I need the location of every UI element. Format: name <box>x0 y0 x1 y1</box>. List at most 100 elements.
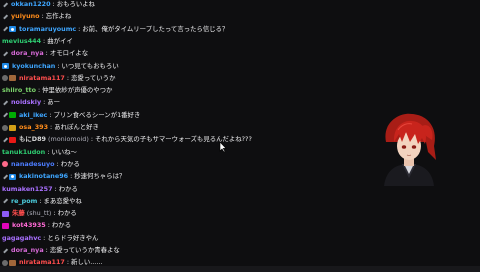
chat-username[interactable]: kakinotane96 <box>19 171 68 182</box>
badge-group <box>2 26 17 33</box>
wrench-icon[interactable] <box>2 26 8 32</box>
chat-separator: : <box>50 123 53 131</box>
chat-message: tanuk1udon: いいね～ <box>2 147 77 158</box>
chat-separator: : <box>43 98 46 107</box>
chat-username[interactable]: 朱藤 <box>12 208 25 219</box>
chat-username[interactable]: osa_393 <box>19 122 48 133</box>
badge-group <box>2 124 17 131</box>
chat-username[interactable]: gagagahvc <box>2 233 41 244</box>
chat-username[interactable]: noidskiy <box>11 97 41 108</box>
chat-username[interactable]: dora_nya <box>11 245 44 256</box>
badge-group <box>2 136 17 143</box>
vip-icon[interactable] <box>2 222 9 229</box>
chat-text: わかる <box>60 159 80 168</box>
subscriber-icon[interactable] <box>9 26 16 33</box>
mask-icon[interactable] <box>2 124 8 131</box>
chat-username[interactable]: aki_ikec <box>19 110 47 121</box>
chat-message: noidskiy: あー <box>2 97 60 108</box>
chat-username[interactable]: nanadesuyo <box>11 159 55 170</box>
chat-message: kot43935: わかる <box>2 220 71 231</box>
wrench-icon[interactable] <box>2 51 8 57</box>
chat-text: お前、俺がタイムリープしたって言ったら信じる？ <box>82 24 229 33</box>
bits-icon[interactable] <box>9 259 16 266</box>
chat-username[interactable]: okkan1220 <box>11 0 51 10</box>
chat-separator: : <box>39 196 42 205</box>
mask-icon[interactable] <box>2 75 8 82</box>
chat-message: re_pom: まあ恋愛やね <box>2 196 82 207</box>
chat-text: まあ恋愛やね <box>43 196 82 205</box>
chat-message: mevius444: 曲がイイ <box>2 36 73 47</box>
subscriber-icon[interactable] <box>2 63 9 69</box>
chat-message: 朱藤 (shu_tt): わかる <box>2 208 77 219</box>
chat-username[interactable]: niratama117 <box>19 73 65 84</box>
wrench-icon[interactable] <box>2 248 8 254</box>
chat-text: とらドラ好きやん <box>47 233 99 242</box>
wrench-icon[interactable] <box>2 137 8 143</box>
chat-text: 秒速何ちゃらは？ <box>74 172 126 181</box>
chat-username[interactable]: kumaken1257 <box>2 184 53 195</box>
chat-username[interactable]: もにD89 <box>19 134 46 145</box>
chat-text: いいね～ <box>51 147 77 156</box>
wrench-icon[interactable] <box>2 2 8 8</box>
chat-separator: : <box>56 159 59 168</box>
chat-log: okkan1220: おもろいよね yuiyuno: 忘作よね toramaruyoum… <box>0 0 350 272</box>
wrench-icon[interactable] <box>2 112 8 118</box>
chat-separator: : <box>45 49 48 58</box>
chat-username[interactable]: dora_nya <box>11 48 44 59</box>
gift-icon[interactable] <box>9 136 16 143</box>
badge-group <box>2 173 17 180</box>
chat-username[interactable]: toramaruyoumc <box>19 24 76 35</box>
badge-group <box>2 112 17 119</box>
chat-username[interactable]: re_pom <box>11 196 37 207</box>
chat-text: おもろいよね <box>56 0 95 8</box>
chat-separator: : <box>37 86 41 95</box>
chat-text: プリン食べるシーンが1番好き <box>53 110 141 119</box>
chat-message: shiiro_tto: 仲里依紗が声優のやつか <box>2 85 112 96</box>
chat-message: dora_nya: オモロイよな <box>2 48 88 59</box>
wrench-icon[interactable] <box>2 198 8 204</box>
chat-text: 忘作よね <box>45 12 72 21</box>
moderator-icon[interactable] <box>9 112 16 119</box>
chat-separator: : <box>43 36 46 45</box>
chat-text: わかる <box>58 184 78 193</box>
bits-icon[interactable] <box>9 75 16 82</box>
badge-group <box>2 14 9 20</box>
mask-icon[interactable] <box>2 259 8 266</box>
chat-separator: : <box>70 172 73 181</box>
badge-group <box>2 259 17 266</box>
chat-username[interactable]: kyokunchan <box>12 61 55 72</box>
chat-username[interactable]: yuiyuno <box>11 11 40 22</box>
chat-text: 曲がイイ <box>47 36 73 45</box>
wrench-icon[interactable] <box>2 174 8 180</box>
subscriber-icon[interactable] <box>9 173 16 180</box>
chat-text: いつ見てもおもろい <box>61 61 119 70</box>
wrench-icon[interactable] <box>2 100 8 106</box>
chat-text: : わかる <box>53 209 77 218</box>
badge-icon[interactable] <box>2 210 9 217</box>
badge-group <box>2 161 9 168</box>
badge-group <box>2 248 9 254</box>
chat-separator: : <box>43 233 46 242</box>
badge-group <box>2 210 10 217</box>
heart-icon[interactable] <box>2 161 8 168</box>
chat-message: nanadesuyo: わかる <box>2 159 80 170</box>
chat-username[interactable]: mevius444 <box>2 36 41 47</box>
badge-group <box>2 100 9 106</box>
chat-username[interactable]: tanuk1udon <box>2 147 45 158</box>
chat-message: gagagahvc: とらドラ好きやん <box>2 233 98 244</box>
chat-message: okkan1220: おもろいよね <box>2 0 95 10</box>
chat-separator: : <box>52 0 55 8</box>
chat-username[interactable]: kot43935 <box>12 220 46 231</box>
chat-separator: : <box>49 110 52 119</box>
wrench-icon[interactable] <box>2 14 8 20</box>
chat-message: もにD89 (moniomoid): それから天気の子もサマーウォーズも見るんだよ… <box>2 134 252 145</box>
chat-message: toramaruyoumc: お前、俺がタイムリープしたって言ったら信じる？ <box>2 24 228 35</box>
badge-group <box>2 63 10 69</box>
chat-login-name: (moniomoid) <box>47 135 89 144</box>
chat-separator: : <box>54 184 57 193</box>
star-icon[interactable] <box>9 124 16 131</box>
chat-separator: : <box>57 61 60 70</box>
chat-message: yuiyuno: 忘作よね <box>2 11 71 22</box>
chat-username[interactable]: shiiro_tto <box>2 85 36 96</box>
chat-text: あー <box>47 98 61 107</box>
